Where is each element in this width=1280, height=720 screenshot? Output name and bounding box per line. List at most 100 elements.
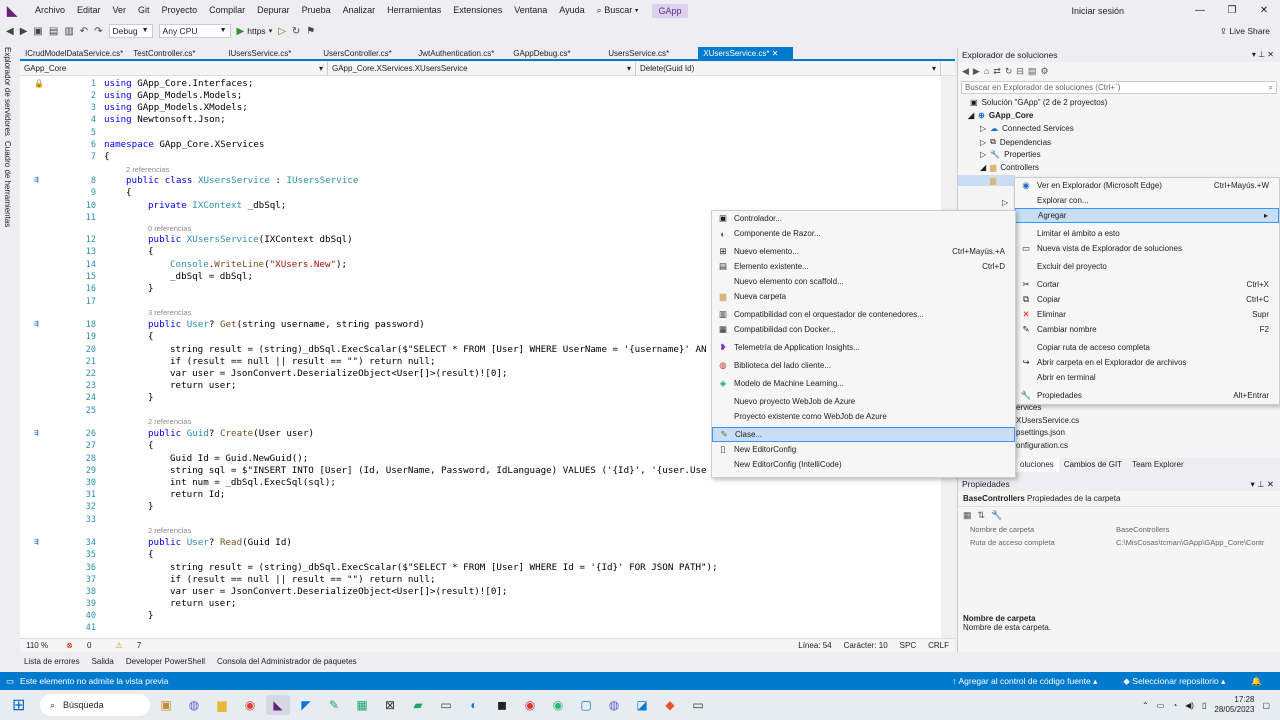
implementation-icon[interactable]: ⇶ — [34, 175, 39, 184]
taskbar-search[interactable]: ⌕ Búsqueda — [40, 694, 150, 716]
chrome-icon[interactable]: ◉ — [518, 695, 542, 715]
refresh-icon[interactable]: ↻ — [1005, 66, 1013, 77]
menu-item-client-library[interactable]: ◍ Biblioteca del lado cliente... — [712, 358, 1015, 373]
notepadplus-icon[interactable]: ✎ — [322, 695, 346, 715]
warnings-indicator[interactable]: ⚠ 7 — [103, 641, 153, 650]
search-button[interactable]: ⌕ Buscar ▾ — [591, 0, 645, 21]
app-icon[interactable]: ▢ — [574, 695, 598, 715]
tab-icrudmodeldataservice[interactable]: ICrudModelDataService.cs* — [20, 47, 128, 59]
minimize-icon[interactable]: — — [1184, 5, 1216, 16]
codelens-references[interactable]: 3 referencias — [148, 308, 191, 317]
widgets-icon[interactable]: ▣ — [154, 695, 178, 715]
add-to-source-control-button[interactable]: ↑ Agregar al control de código fuente ▴ — [952, 676, 1097, 687]
menu-item-app-insights[interactable]: ❥ Telemetría de Application Insights... — [712, 340, 1015, 355]
menu-item-new-item[interactable]: ⊞ Nuevo elemento... Ctrl+Mayús.+A — [712, 244, 1015, 259]
bookmark-icon[interactable]: ⚑ — [306, 26, 315, 37]
menu-item-editorconfig-intellicode[interactable]: New EditorConfig (IntelliCode) — [712, 457, 1015, 472]
tree-dependencies[interactable]: ▷ ⧉ Dependencias — [980, 137, 1051, 147]
codelens-references[interactable]: 0 referencias — [148, 224, 191, 233]
implementation-icon[interactable]: ⇶ — [34, 537, 39, 546]
tree-item-partial[interactable]: psettings.json — [1016, 428, 1065, 437]
tab-output[interactable]: Salida — [86, 657, 120, 666]
menu-item-new-solution-explorer-view[interactable]: ▭ Nueva vista de Explorador de soluciones — [1015, 241, 1279, 256]
menu-analizar[interactable]: Analizar — [337, 0, 382, 21]
start-without-debug-icon[interactable]: ▷ — [278, 26, 286, 37]
menu-item-copy-full-path[interactable]: Copiar ruta de acceso completa — [1015, 340, 1279, 355]
solution-search-input[interactable]: Buscar en Explorador de soluciones (Ctrl… — [961, 81, 1277, 94]
menu-item-ml-model[interactable]: ◈ Modelo de Machine Learning... — [712, 376, 1015, 391]
tree-controllers[interactable]: ◢ ▆ Controllers — [980, 163, 1039, 172]
menu-item-add[interactable]: Agregar ▸ — [1015, 208, 1279, 223]
tab-team-explorer[interactable]: Team Explorer — [1127, 458, 1189, 472]
hot-reload-icon[interactable]: ↻ — [292, 26, 300, 37]
menu-item-properties[interactable]: 🔧 Propiedades Alt+Entrar — [1015, 388, 1279, 403]
wifi-icon[interactable]: ◔ — [1172, 701, 1177, 710]
pin-icon[interactable]: ▾ ⊥ ✕ — [1250, 477, 1274, 491]
back-icon[interactable]: ◀ — [6, 26, 14, 37]
tree-project[interactable]: ◢ ⊕ GApp_Core — [968, 111, 1033, 120]
tab-gappdebug[interactable]: GAppDebug.cs* — [508, 47, 603, 59]
member-dropdown[interactable]: Delete(Guid Id) ▾ — [636, 61, 941, 76]
menu-item-copy[interactable]: ⧉ Copiar Ctrl+C — [1015, 292, 1279, 307]
volume-icon[interactable]: ◀) — [1185, 701, 1194, 710]
menu-item-scope-to-this[interactable]: Limitar el ámbito a esto — [1015, 226, 1279, 241]
menu-item-class[interactable]: ✎ Clase... — [712, 427, 1015, 442]
zoom-level[interactable]: 110 % — [20, 641, 54, 650]
tab-developer-powershell[interactable]: Developer PowerShell — [120, 657, 211, 666]
battery-icon[interactable]: ▯ — [1202, 701, 1206, 710]
new-project-icon[interactable]: ▣ — [33, 26, 42, 37]
project-dropdown[interactable]: GApp_Core ▾ — [20, 61, 328, 76]
menu-compilar[interactable]: Compilar — [203, 0, 251, 21]
edge-icon[interactable]: ◐ — [462, 695, 486, 715]
pin-icon[interactable]: ▾ ⊥ ✕ — [1252, 48, 1274, 62]
chrome-icon[interactable]: ◉ — [238, 695, 262, 715]
server-explorer-tab[interactable]: Explorador de servidores — [3, 47, 12, 136]
app-icon[interactable]: ◼ — [490, 695, 514, 715]
menu-item-exclude[interactable]: Excluir del proyecto — [1015, 259, 1279, 274]
tray-chevron-icon[interactable]: ⌃ — [1142, 701, 1149, 710]
menu-item-browse-with[interactable]: Explorar con... — [1015, 193, 1279, 208]
run-button[interactable]: ▶ https ▾ — [237, 26, 273, 37]
show-all-files-icon[interactable]: ▤ — [1028, 66, 1037, 77]
menu-item-docker[interactable]: ▦ Compatibilidad con Docker... — [712, 322, 1015, 337]
menu-depurar[interactable]: Depurar — [251, 0, 296, 21]
select-repository-button[interactable]: ◆ Seleccionar repositorio ▴ — [1123, 676, 1225, 687]
menu-item-container-orchestrator[interactable]: ▥ Compatibilidad con el orquestador de co… — [712, 307, 1015, 322]
tab-jwtauthentication[interactable]: JwtAuthentication.cs* — [413, 47, 508, 59]
visual-studio-icon[interactable]: ◣ — [266, 695, 290, 715]
tab-xusersservice[interactable]: XUsersService.cs* ✕ — [698, 47, 794, 59]
network-icon[interactable]: ▭ — [1157, 701, 1165, 710]
tab-userscontroller[interactable]: UsersController.cs* — [318, 47, 413, 59]
tree-expander[interactable]: ▷ — [1002, 198, 1008, 207]
app-icon[interactable]: ◆ — [658, 695, 682, 715]
tab-iusersservice[interactable]: IUsersService.cs* — [223, 47, 318, 59]
toolbox-tab[interactable]: Cuadro de herramientas — [3, 141, 12, 227]
signin-link[interactable]: Iniciar sesión — [1071, 6, 1124, 16]
chrome-icon[interactable]: ◉ — [546, 695, 570, 715]
tree-item-partial[interactable]: XUsersService.cs — [1016, 416, 1079, 425]
clock[interactable]: 17:28 28/05/2023 — [1214, 695, 1254, 715]
redo-icon[interactable]: ↷ — [94, 26, 102, 37]
forward-icon[interactable]: ▶ — [20, 26, 28, 37]
settings-icon[interactable]: ⚙ — [1040, 66, 1048, 77]
editor-icon[interactable]: ▰ — [406, 695, 430, 715]
config-select[interactable]: Debug ▼ — [108, 24, 153, 38]
open-icon[interactable]: ▤ — [49, 26, 58, 37]
wrench-icon[interactable]: 🔧 — [991, 510, 1002, 521]
back-icon[interactable]: ◀ — [962, 66, 969, 77]
menu-extensiones[interactable]: Extensiones — [447, 0, 508, 21]
property-row[interactable]: Ruta de acceso completa C:\MisCosas\tcman… — [958, 536, 1280, 549]
terminal-icon[interactable]: ▭ — [686, 695, 710, 715]
menu-item-editorconfig[interactable]: ▯ New EditorConfig — [712, 442, 1015, 457]
tab-error-list[interactable]: Lista de errores — [18, 657, 86, 666]
teams-icon[interactable]: ◍ — [182, 695, 206, 715]
menu-item-rename[interactable]: ✎ Cambiar nombre F2 — [1015, 322, 1279, 337]
menu-git[interactable]: Git — [132, 0, 156, 21]
spreadsheet-icon[interactable]: ▦ — [350, 695, 374, 715]
notifications-icon[interactable]: 🔔 — [1251, 676, 1262, 687]
save-icon[interactable]: ▥ — [64, 26, 73, 37]
sql-tool-icon[interactable]: ⊠ — [378, 695, 402, 715]
terminal-app-icon[interactable]: ▭ — [434, 695, 458, 715]
menu-item-existing-webjob[interactable]: Proyecto existente como WebJob de Azure — [712, 409, 1015, 424]
outlook-icon[interactable]: ◪ — [630, 695, 654, 715]
